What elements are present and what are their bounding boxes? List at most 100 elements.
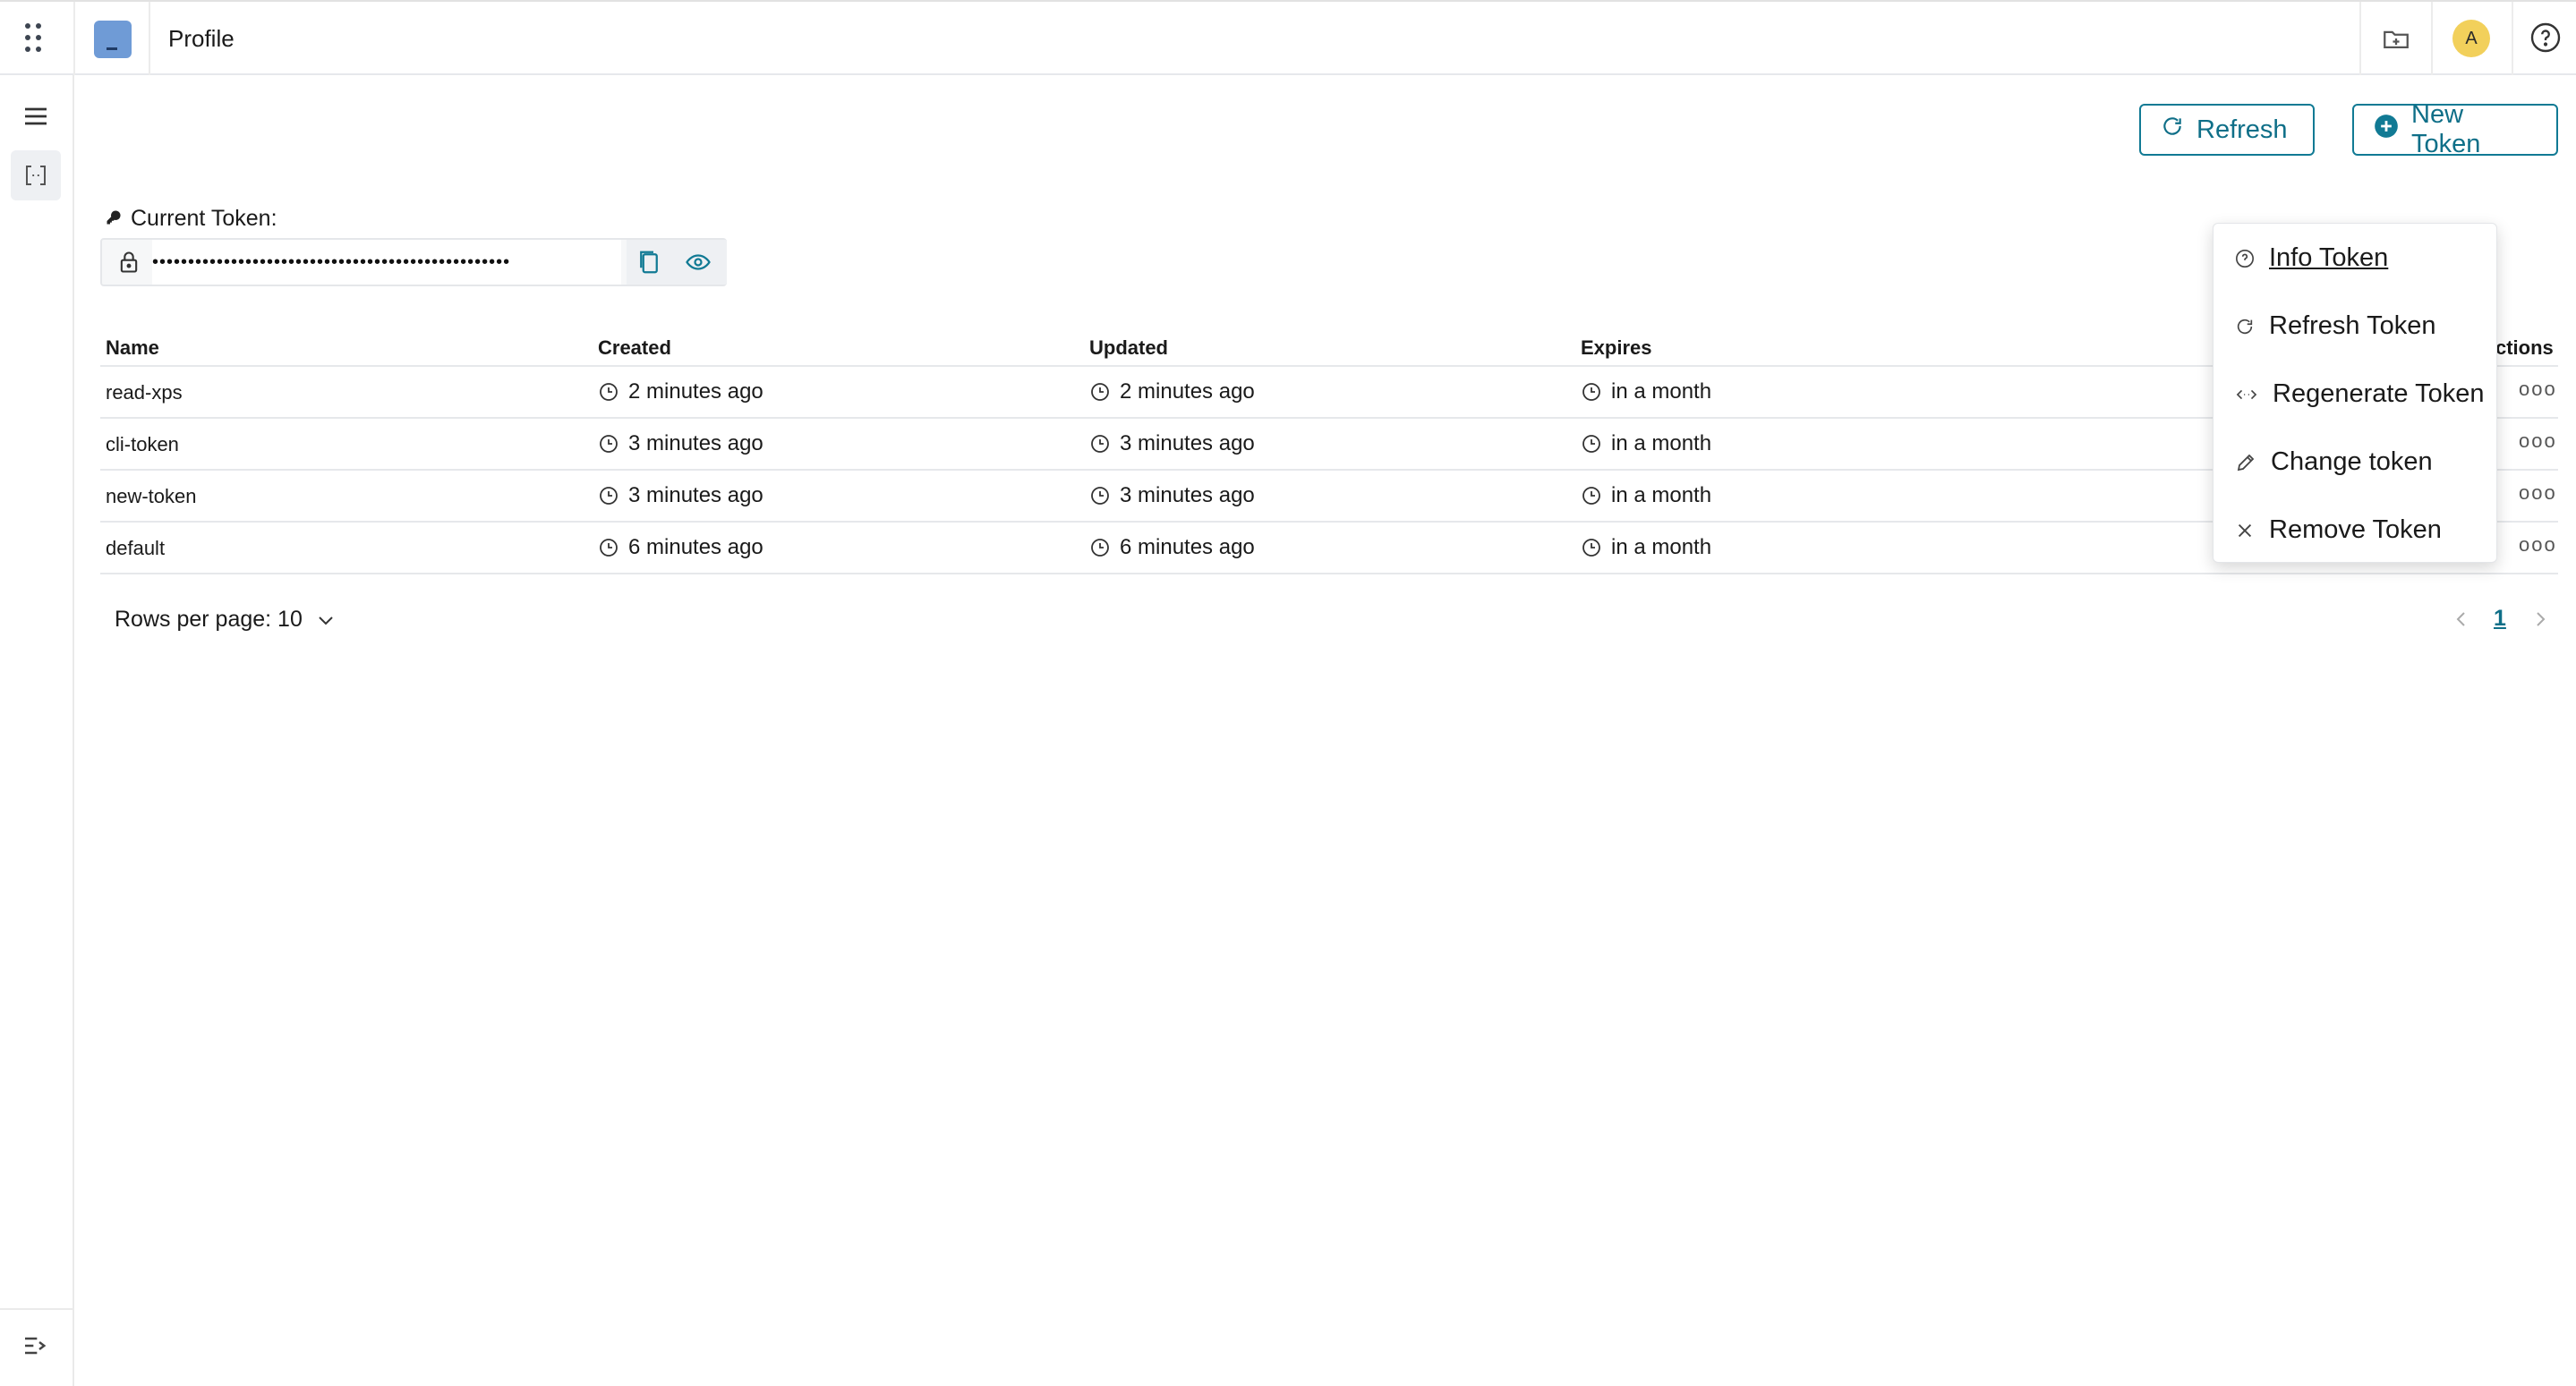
menu-item-label: Refresh Token [2269, 311, 2436, 340]
updated-value: 3 minutes ago [1120, 431, 1255, 455]
rows-per-page-select[interactable]: Rows per page: 10 [115, 607, 337, 633]
table-row[interactable]: default 6 minutes ago 6 minutes ago in a… [100, 523, 2558, 573]
eye-icon[interactable] [684, 249, 712, 276]
row-actions-button[interactable]: ooo [2519, 533, 2557, 557]
current-token-field: ••••••••••••••••••••••••••••••••••••••••… [100, 238, 727, 286]
refresh-button-label: Refresh [2196, 115, 2288, 144]
updated-cell: 2 minutes ago [1089, 379, 1255, 404]
refresh-icon [2161, 115, 2184, 145]
sidebar-bottom-divider [0, 1308, 73, 1310]
expires-cell: in a month [1581, 431, 1711, 456]
expires-value: in a month [1611, 431, 1712, 455]
clock-icon [1582, 539, 1600, 557]
created-cell: 6 minutes ago [598, 535, 763, 560]
key-icon [106, 206, 122, 232]
expand-sidebar-icon[interactable] [21, 1331, 50, 1360]
clock-icon [1091, 539, 1109, 557]
created-value: 3 minutes ago [628, 431, 763, 455]
new-token-button-label: New Token [2411, 100, 2481, 158]
table-row[interactable]: read-xps 2 minutes ago 2 minutes ago in … [100, 367, 2558, 417]
folder-plus-icon[interactable] [2381, 23, 2411, 54]
expires-value: in a month [1611, 379, 1712, 404]
expires-cell: in a month [1581, 483, 1711, 508]
sidebar-item-tokens[interactable] [11, 150, 61, 200]
clock-icon [1091, 383, 1109, 401]
clock-icon [1582, 487, 1600, 505]
created-cell: 3 minutes ago [598, 483, 763, 508]
sidebar [0, 75, 74, 1386]
row-actions-button[interactable]: ooo [2519, 481, 2557, 505]
column-header-expires: Expires [1581, 336, 1652, 359]
token-name: default [106, 537, 166, 559]
menu-item-label: Info Token [2269, 243, 2389, 272]
column-header-created: Created [598, 336, 671, 359]
rows-per-page-label: Rows per page: 10 [115, 607, 303, 632]
token-actions [627, 240, 727, 285]
updated-value: 6 minutes ago [1120, 535, 1255, 559]
column-header-actions: ctions [2495, 336, 2554, 359]
clock-icon [1582, 435, 1600, 453]
plus-circle-icon [2374, 114, 2399, 146]
copy-icon[interactable] [635, 249, 662, 276]
menu-item-regenerate-token[interactable]: Regenerate Token [2235, 379, 2484, 409]
menu-item-info-token[interactable]: Info Token [2235, 243, 2388, 273]
lock-icon [116, 250, 141, 275]
pencil-icon [2237, 454, 2255, 471]
row-actions-button[interactable]: ooo [2519, 378, 2557, 401]
close-icon [2238, 523, 2252, 537]
table-row[interactable]: cli-token 3 minutes ago 3 minutes ago in… [100, 419, 2558, 469]
token-name: cli-token [106, 433, 179, 455]
created-cell: 3 minutes ago [598, 431, 763, 456]
expires-value: in a month [1611, 483, 1712, 507]
row-divider [100, 573, 2558, 574]
menu-item-label: Change token [2271, 447, 2433, 476]
menu-item-remove-token[interactable]: Remove Token [2235, 515, 2442, 545]
clock-icon [1582, 383, 1600, 401]
chevron-down-icon [319, 616, 333, 625]
refresh-button[interactable]: Refresh [2139, 104, 2315, 156]
table-row[interactable]: new-token 3 minutes ago 3 minutes ago in… [100, 471, 2558, 521]
clock-icon [1091, 487, 1109, 505]
menu-item-label: Regenerate Token [2273, 379, 2485, 408]
help-circle-icon [2236, 249, 2254, 268]
row-actions-button[interactable]: ooo [2519, 429, 2557, 453]
apps-grid-icon[interactable] [25, 23, 45, 54]
code-bracket-icon [22, 162, 49, 189]
menu-item-label: Remove Token [2269, 515, 2442, 544]
clock-icon [600, 539, 618, 557]
column-header-updated: Updated [1089, 336, 1168, 359]
token-actions-menu: Info Token Refresh Token Regenerate Toke… [2213, 223, 2497, 563]
column-header-name: Name [106, 336, 159, 359]
token-name: new-token [106, 485, 197, 507]
clock-icon [1091, 435, 1109, 453]
expires-cell: in a month [1581, 379, 1711, 404]
help-circle-icon[interactable] [2529, 21, 2562, 54]
menu-item-refresh-token[interactable]: Refresh Token [2235, 311, 2435, 341]
expires-value: in a month [1611, 535, 1712, 559]
page-number-current[interactable]: 1 [2494, 606, 2506, 632]
token-name: read-xps [106, 381, 183, 404]
created-cell: 2 minutes ago [598, 379, 763, 404]
page-title: Profile [168, 25, 235, 52]
menu-icon[interactable] [21, 102, 50, 131]
clock-icon [600, 487, 618, 505]
current-token-input[interactable]: ••••••••••••••••••••••••••••••••••••••••… [152, 240, 621, 285]
created-value: 3 minutes ago [628, 483, 763, 507]
updated-value: 2 minutes ago [1120, 379, 1255, 404]
regenerate-icon [2236, 389, 2257, 399]
current-token-label: Current Token: [106, 206, 277, 232]
current-token-label-text: Current Token: [131, 206, 277, 231]
menu-item-change-token[interactable]: Change token [2235, 447, 2433, 477]
top-bar: Profile A [0, 0, 2576, 75]
user-avatar[interactable]: A [2452, 20, 2490, 57]
updated-cell: 3 minutes ago [1089, 483, 1255, 508]
expires-cell: in a month [1581, 535, 1711, 560]
clock-icon [600, 383, 618, 401]
updated-value: 3 minutes ago [1120, 483, 1255, 507]
created-value: 2 minutes ago [628, 379, 763, 404]
prev-page-icon[interactable] [2451, 607, 2472, 632]
refresh-icon [2237, 319, 2253, 334]
new-token-button[interactable]: New Token [2352, 100, 2558, 158]
next-page-icon[interactable] [2529, 607, 2551, 632]
app-logo[interactable] [94, 21, 132, 58]
